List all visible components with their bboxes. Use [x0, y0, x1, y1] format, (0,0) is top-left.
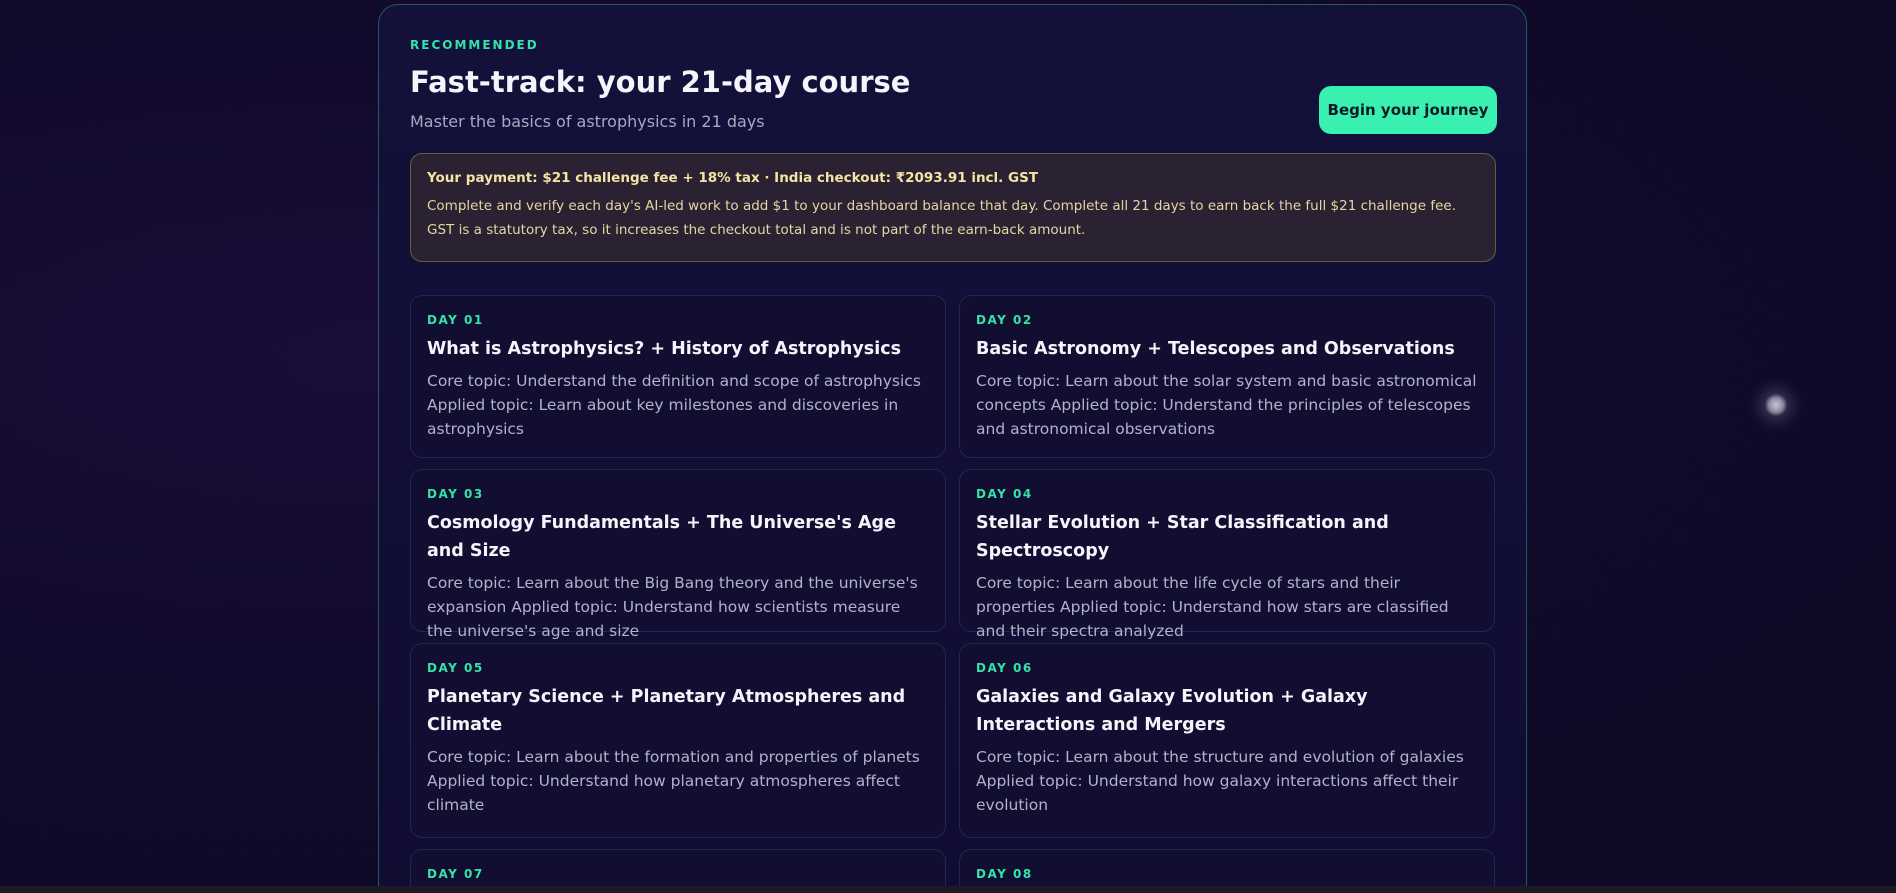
day-title: Basic Astronomy + Telescopes and Observa… — [976, 339, 1455, 359]
day-description: Core topic: Learn about the life cycle o… — [976, 574, 1449, 640]
course-card: RECOMMENDED Fast-track: your 21-day cour… — [378, 4, 1527, 893]
day-label: DAY 07 — [427, 867, 484, 881]
day-description: Core topic: Learn about the solar system… — [976, 372, 1477, 438]
day-label: DAY 02 — [976, 313, 1033, 327]
course-title: Fast-track: your 21-day course — [410, 65, 911, 99]
begin-journey-button[interactable]: Begin your journey — [1319, 86, 1497, 134]
day-label: DAY 08 — [976, 867, 1033, 881]
day-label: DAY 05 — [427, 661, 484, 675]
recommended-kicker: RECOMMENDED — [410, 38, 539, 52]
day-title: Planetary Science + Planetary Atmosphere… — [427, 687, 906, 735]
taskbar-edge — [0, 886, 1896, 893]
floating-orb — [1765, 394, 1787, 416]
day-description: Core topic: Learn about the formation an… — [427, 748, 920, 814]
day-card[interactable]: DAY 02 Basic Astronomy + Telescopes and … — [959, 295, 1495, 458]
day-description: Core topic: Learn about the structure an… — [976, 748, 1464, 814]
day-card[interactable]: DAY 05 Planetary Science + Planetary Atm… — [410, 643, 946, 838]
day-label: DAY 03 — [427, 487, 484, 501]
day-title: Stellar Evolution + Star Classification … — [976, 513, 1389, 561]
course-subtitle: Master the basics of astrophysics in 21 … — [410, 112, 765, 131]
day-description: Core topic: Learn about the Big Bang the… — [427, 574, 918, 640]
day-label: DAY 01 — [427, 313, 484, 327]
payment-headline: Your payment: $21 challenge fee + 18% ta… — [427, 170, 1039, 186]
payment-body: Complete and verify each day's AI-led wo… — [427, 198, 1457, 238]
day-card[interactable]: DAY 03 Cosmology Fundamentals + The Univ… — [410, 469, 946, 640]
day-title: Galaxies and Galaxy Evolution + Galaxy I… — [976, 687, 1368, 735]
day-card[interactable]: DAY 04 Stellar Evolution + Star Classifi… — [959, 469, 1495, 640]
day-card[interactable]: DAY 01 What is Astrophysics? + History o… — [410, 295, 946, 458]
payment-notice: Your payment: $21 challenge fee + 18% ta… — [410, 153, 1496, 262]
day-card[interactable]: DAY 06 Galaxies and Galaxy Evolution + G… — [959, 643, 1495, 838]
day-title: Cosmology Fundamentals + The Universe's … — [427, 513, 896, 561]
day-description: Core topic: Understand the definition an… — [427, 372, 921, 438]
day-label: DAY 04 — [976, 487, 1033, 501]
day-title: What is Astrophysics? + History of Astro… — [427, 339, 901, 359]
day-label: DAY 06 — [976, 661, 1033, 675]
